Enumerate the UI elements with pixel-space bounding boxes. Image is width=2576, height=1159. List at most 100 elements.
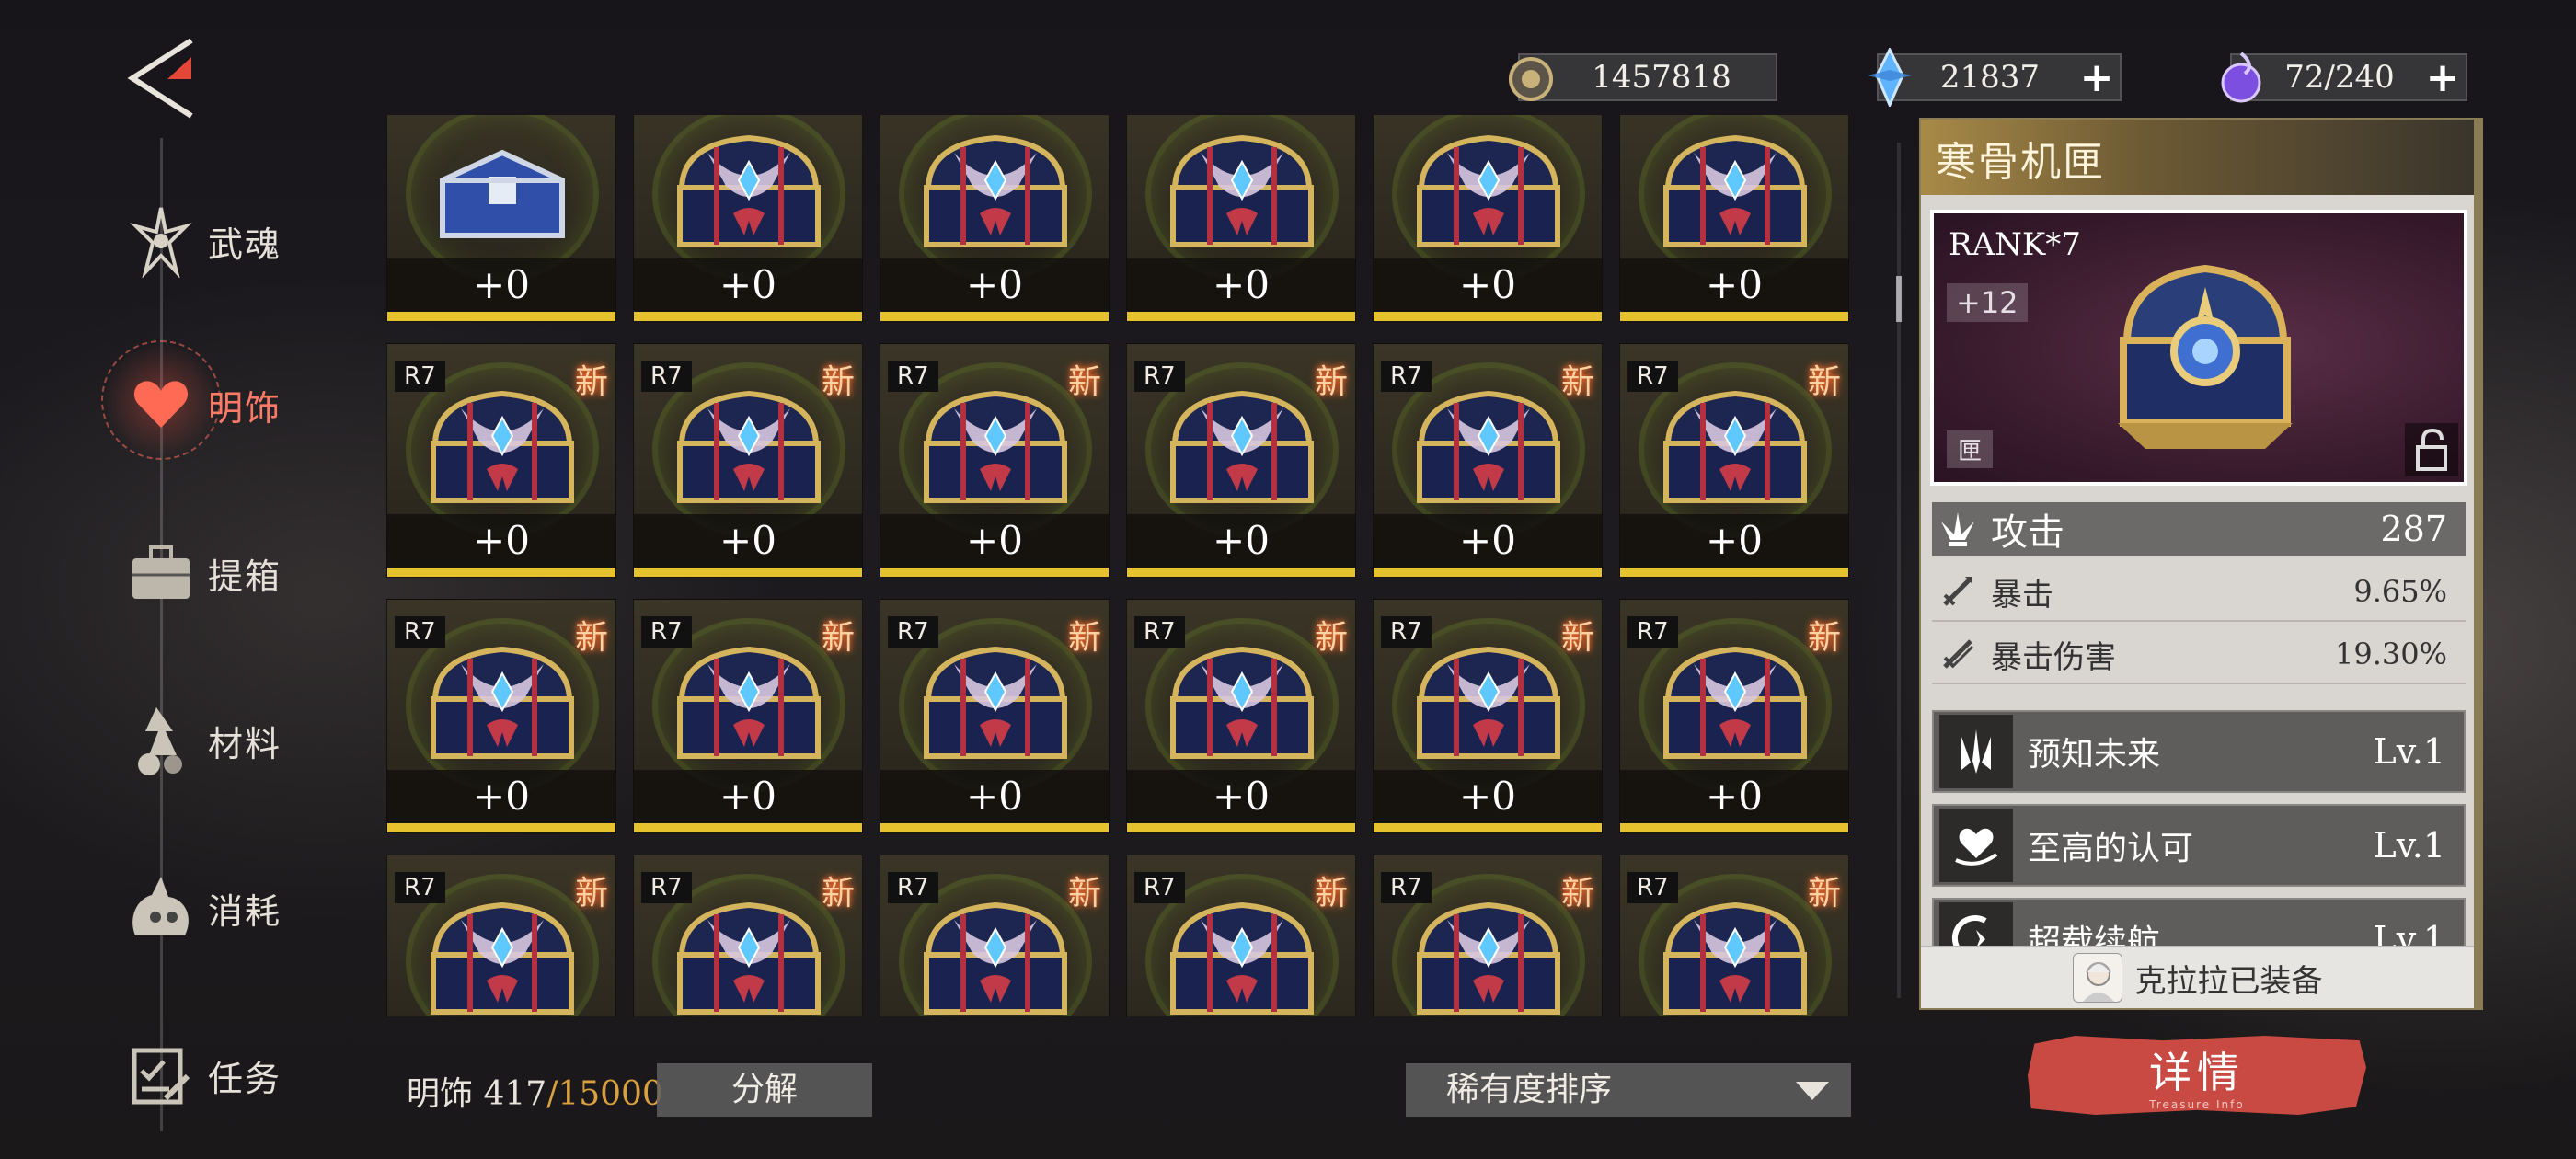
enhance-level: +0 — [387, 514, 615, 568]
skill-row[interactable]: 预知未来 Lv.1 — [1932, 710, 2466, 793]
nav-item-material[interactable]: 材料 — [120, 690, 396, 791]
rarity-bar — [1620, 312, 1848, 321]
grid-scrollbar-track[interactable] — [1897, 143, 1901, 998]
rarity-bar — [880, 312, 1109, 321]
new-badge: 新 — [574, 619, 608, 657]
ornament-cell[interactable]: R7 新 +0 — [880, 343, 1110, 578]
foresight-icon — [1939, 715, 2013, 788]
ornament-cell[interactable]: R7 新 — [880, 855, 1110, 1016]
ornament-cell[interactable]: +0 — [1373, 115, 1603, 322]
rarity-bar — [1374, 568, 1602, 577]
item-card: RANK*7 +12 匣 — [1930, 210, 2467, 486]
ornament-cell[interactable]: R7 新 +0 — [386, 343, 616, 578]
ornament-cell[interactable]: R7 新 +0 — [1373, 599, 1603, 833]
rank-badge: R7 — [1627, 872, 1678, 903]
rarity-bar — [634, 312, 862, 321]
ornament-cell[interactable]: R7 新 +0 — [1373, 343, 1603, 578]
ornament-cell[interactable]: R7 新 +0 — [1126, 343, 1356, 578]
ornament-grid: +0 +0 +0 +0 +0 +0 R7 新 +0 R7 新 +0 R7 新 +0 R7 新 +0 R7 新 +0 R7 新… — [386, 115, 1858, 1016]
nav-label: 明饰 — [208, 387, 282, 429]
new-badge: 新 — [1067, 363, 1101, 401]
ornament-cell[interactable]: R7 新 +0 — [633, 599, 863, 833]
nav-item-ornament[interactable]: 明饰 — [120, 354, 396, 455]
chest-icon — [1170, 901, 1314, 1015]
new-badge: 新 — [1314, 363, 1348, 401]
crit-icon — [1932, 566, 1984, 617]
ornament-cell[interactable]: R7 新 — [1619, 855, 1849, 1016]
new-badge: 新 — [1807, 875, 1841, 912]
enhance-level: +0 — [634, 770, 862, 823]
enhance-level: +0 — [1620, 258, 1848, 312]
chest-icon — [2118, 264, 2293, 449]
skill-name: 预知未来 — [2028, 736, 2161, 774]
ornament-count-current: 417 — [483, 1075, 547, 1113]
stat-label: 暴击伤害 — [1991, 638, 2116, 676]
stat-value: 19.30% — [2334, 637, 2447, 671]
enhance-level: +0 — [634, 258, 862, 312]
ornament-cell[interactable]: +0 — [633, 115, 863, 322]
chest-icon — [677, 646, 821, 759]
rarity-bar — [880, 823, 1109, 832]
nav-item-suitcase[interactable]: 提箱 — [120, 522, 396, 624]
suitcase-icon — [120, 532, 202, 614]
ornament-cell[interactable]: +0 — [1619, 115, 1849, 322]
stat-attack: 攻击 287 — [1932, 502, 2466, 556]
ornament-cell[interactable]: R7 新 — [1373, 855, 1603, 1016]
ornament-cell[interactable]: R7 新 +0 — [880, 599, 1110, 833]
ornament-cell[interactable]: R7 新 +0 — [386, 599, 616, 833]
ornament-cell[interactable]: +0 — [1126, 115, 1356, 322]
skill-row[interactable]: 至高的认可 Lv.1 — [1932, 804, 2466, 887]
nav-item-consumable[interactable]: 消耗 — [120, 857, 396, 958]
ornament-cell[interactable]: R7 新 +0 — [1619, 599, 1849, 833]
enhance-level: +0 — [1127, 514, 1355, 568]
rank-badge: R7 — [1381, 872, 1432, 903]
ornament-cell[interactable]: +0 — [386, 115, 616, 322]
enhance-level: +0 — [880, 258, 1109, 312]
grid-scrollbar-thumb[interactable] — [1896, 276, 1902, 322]
attack-icon — [1932, 503, 1984, 555]
new-badge: 新 — [1067, 619, 1101, 657]
new-badge: 新 — [1560, 619, 1594, 657]
consumable-icon — [120, 866, 202, 949]
crystal-icon — [1868, 48, 1912, 107]
new-badge: 新 — [821, 619, 855, 657]
rank-badge: R7 — [1381, 361, 1432, 392]
decompose-button[interactable]: 分解 — [657, 1063, 872, 1117]
rarity-bar — [880, 568, 1109, 577]
lock-icon[interactable] — [2405, 423, 2458, 476]
ornament-count-max: /15000 — [546, 1075, 663, 1113]
ornament-cell[interactable]: R7 新 — [1126, 855, 1356, 1016]
detail-panel: 寒骨机匣 RANK*7 +12 匣 攻击 287 暴击 9.65% 暴击伤害 1… — [1919, 118, 2476, 1010]
equipped-text: 克拉拉已装备 — [2134, 962, 2323, 1000]
rarity-bar — [1620, 823, 1848, 832]
rarity-bar — [1620, 568, 1848, 577]
chest-icon — [431, 390, 574, 503]
back-button[interactable] — [127, 37, 197, 120]
ornament-cell[interactable]: R7 新 — [633, 855, 863, 1016]
ornament-cell[interactable]: R7 新 — [386, 855, 616, 1016]
stamina-flask-icon — [2221, 52, 2261, 103]
rarity-bar — [1127, 568, 1355, 577]
ornament-cell[interactable]: R7 新 +0 — [1619, 343, 1849, 578]
enhance-level: +0 — [634, 514, 862, 568]
chest-icon — [440, 149, 565, 238]
nav-item-weapon-soul[interactable]: 武魂 — [120, 190, 396, 292]
skill-level: Lv.1 — [2373, 825, 2445, 866]
sort-dropdown[interactable]: 稀有度排序 — [1406, 1063, 1851, 1117]
ornament-cell[interactable]: R7 新 +0 — [633, 343, 863, 578]
chest-icon — [924, 646, 1067, 759]
nav-label: 武魂 — [208, 224, 282, 265]
ornament-cell[interactable]: +0 — [880, 115, 1110, 322]
stat-value: 9.65% — [2353, 574, 2447, 609]
skill-name: 至高的认可 — [2028, 830, 2194, 867]
nav-item-task[interactable]: 任务 — [120, 1025, 396, 1126]
rarity-bar — [387, 312, 615, 321]
crit-damage-icon — [1932, 628, 1984, 680]
rarity-bar — [1374, 312, 1602, 321]
ornament-cell[interactable]: R7 新 +0 — [1126, 599, 1356, 833]
add-stamina-button[interactable]: + — [2420, 54, 2466, 101]
chest-icon — [1417, 134, 1560, 247]
new-badge: 新 — [821, 875, 855, 912]
add-crystal-button[interactable]: + — [2074, 54, 2120, 101]
details-button[interactable]: 详情 Treasure Info — [2028, 1036, 2366, 1115]
